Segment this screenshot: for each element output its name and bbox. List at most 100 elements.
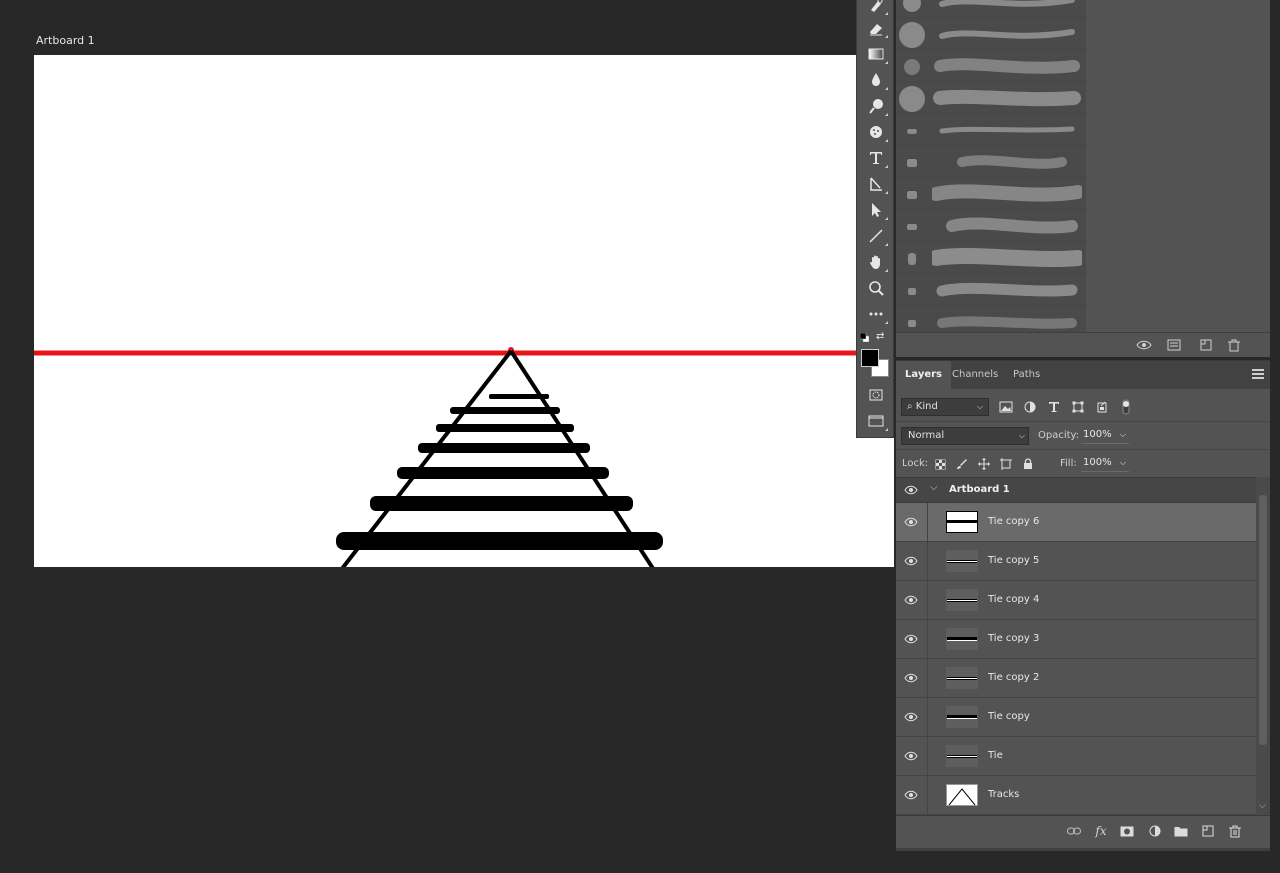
- lock-image-pixels-icon[interactable]: [954, 456, 970, 472]
- link-layers-icon[interactable]: [1066, 823, 1082, 839]
- smart-object-filter-icon[interactable]: [1094, 399, 1110, 415]
- tie-2: [450, 407, 560, 414]
- lock-artboard-icon[interactable]: [998, 456, 1014, 472]
- zoom-icon[interactable]: [864, 277, 888, 299]
- scrollbar-thumb[interactable]: [1259, 495, 1267, 745]
- visibility-eye-icon[interactable]: [904, 672, 918, 684]
- artboard-label: Artboard 1: [36, 34, 95, 47]
- chevron-down-icon: ⌵: [1119, 458, 1126, 467]
- layer-thumbnail: [946, 550, 978, 572]
- quick-mask-icon[interactable]: [864, 384, 888, 406]
- layer-row[interactable]: Tie copy 2: [896, 659, 1256, 698]
- shape-layer-filter-icon[interactable]: [1070, 399, 1086, 415]
- brush-preset[interactable]: [896, 210, 1086, 242]
- brush-preset[interactable]: [896, 50, 1086, 82]
- path-selection-icon[interactable]: [864, 173, 888, 195]
- layer-name: Tie copy 6: [988, 516, 1040, 527]
- lock-label: Lock:: [902, 458, 929, 469]
- layer-thumbnail: [946, 589, 978, 611]
- panel-menu-icon[interactable]: [1252, 369, 1264, 379]
- visibility-eye-icon[interactable]: [904, 594, 918, 606]
- default-colors-icon[interactable]: [860, 333, 869, 342]
- layer-thumbnail: [946, 667, 978, 689]
- new-layer-icon[interactable]: [1200, 823, 1216, 839]
- line-icon[interactable]: [864, 225, 888, 247]
- opacity-field[interactable]: 100% ⌵: [1081, 426, 1129, 444]
- brush-settings-icon[interactable]: [1166, 338, 1182, 352]
- type-icon[interactable]: [864, 147, 888, 169]
- scroll-down-icon[interactable]: ⌵: [1259, 801, 1266, 811]
- brush-preset[interactable]: [896, 82, 1086, 114]
- visibility-eye-icon[interactable]: [904, 516, 918, 528]
- hand-icon[interactable]: [864, 251, 888, 273]
- type-layer-filter-icon[interactable]: [1046, 399, 1062, 415]
- new-group-folder-icon[interactable]: [1173, 823, 1189, 839]
- sponge-icon[interactable]: [864, 121, 888, 143]
- brush-preset[interactable]: [896, 274, 1086, 306]
- visibility-eye-icon[interactable]: [904, 789, 918, 801]
- visibility-eye-icon[interactable]: [904, 750, 918, 762]
- filter-kind-select[interactable]: ⌕ Kind ⌵: [901, 398, 989, 416]
- artboard-group-name: Artboard 1: [949, 484, 1010, 495]
- delete-brush-icon[interactable]: [1226, 338, 1242, 352]
- brushes-footer: [896, 332, 1270, 357]
- search-icon: ⌕: [907, 401, 916, 412]
- opacity-label: Opacity:: [1038, 430, 1080, 441]
- screen-mode-icon[interactable]: [864, 410, 888, 432]
- lock-transparent-pixels-icon[interactable]: [932, 456, 948, 472]
- layer-style-fx-icon[interactable]: fx: [1093, 823, 1109, 839]
- fill-field[interactable]: 100% ⌵: [1081, 454, 1129, 472]
- layer-row[interactable]: Tie: [896, 737, 1256, 776]
- brushes-panel: [896, 0, 1270, 357]
- layer-row[interactable]: Tie copy: [896, 698, 1256, 737]
- brush-preset[interactable]: [896, 146, 1086, 178]
- layer-row[interactable]: Tie copy 3: [896, 620, 1256, 659]
- new-brush-icon[interactable]: [1198, 338, 1214, 352]
- opacity-value: 100%: [1083, 429, 1112, 440]
- brush-preset[interactable]: [896, 114, 1086, 146]
- dodge-icon[interactable]: [864, 95, 888, 117]
- tab-paths[interactable]: Paths: [1004, 361, 1049, 389]
- layer-row[interactable]: Tie copy 6: [896, 503, 1256, 542]
- swap-colors-icon[interactable]: ⇄: [876, 331, 884, 342]
- blur-icon[interactable]: [864, 69, 888, 91]
- direct-selection-icon[interactable]: [864, 199, 888, 221]
- layer-row[interactable]: Tracks: [896, 776, 1256, 815]
- brush-preset[interactable]: [896, 242, 1086, 274]
- tie-1: [489, 394, 549, 399]
- brush-preset[interactable]: [896, 18, 1086, 50]
- layer-thumbnail: [946, 511, 978, 533]
- visibility-eye-icon[interactable]: [904, 633, 918, 645]
- visibility-eye-icon[interactable]: [904, 484, 918, 496]
- filter-toggle-icon[interactable]: [1118, 399, 1134, 415]
- layer-thumbnail: [946, 784, 978, 806]
- layers-scrollbar[interactable]: ⌵: [1256, 477, 1270, 815]
- lock-position-icon[interactable]: [976, 456, 992, 472]
- foreground-color-swatch[interactable]: [861, 349, 879, 367]
- lock-all-icon[interactable]: [1020, 456, 1036, 472]
- eraser-icon[interactable]: [864, 17, 888, 39]
- chevron-down-icon[interactable]: ⌵: [930, 482, 938, 493]
- add-mask-icon[interactable]: [1119, 823, 1135, 839]
- brush-preset[interactable]: [896, 0, 1086, 18]
- blend-mode-select[interactable]: Normal ⌵: [901, 427, 1029, 445]
- new-adjustment-layer-icon[interactable]: [1147, 823, 1163, 839]
- visibility-eye-icon[interactable]: [904, 555, 918, 567]
- gradient-icon[interactable]: [864, 43, 888, 65]
- layer-row[interactable]: Tie copy 5: [896, 542, 1256, 581]
- toggle-brush-preview-icon[interactable]: [1136, 338, 1152, 352]
- chevron-down-icon: ⌵: [976, 402, 983, 411]
- layer-group-artboard[interactable]: ⌵ Artboard 1: [896, 478, 1256, 503]
- pixel-layer-filter-icon[interactable]: [998, 399, 1014, 415]
- brush-preset[interactable]: [896, 178, 1086, 210]
- spot-healing-brush-icon[interactable]: [864, 0, 888, 16]
- blend-row: Normal ⌵ Opacity: 100% ⌵: [896, 421, 1270, 449]
- visibility-eye-icon[interactable]: [904, 711, 918, 723]
- adjustment-layer-filter-icon[interactable]: [1022, 399, 1038, 415]
- tab-channels[interactable]: Channels: [943, 361, 1007, 389]
- layer-row[interactable]: Tie copy 4: [896, 581, 1256, 620]
- delete-layer-icon[interactable]: [1227, 823, 1243, 839]
- artboard-canvas[interactable]: [34, 55, 894, 567]
- layer-name: Tie copy 5: [988, 555, 1040, 566]
- more-tools-icon[interactable]: [864, 303, 888, 325]
